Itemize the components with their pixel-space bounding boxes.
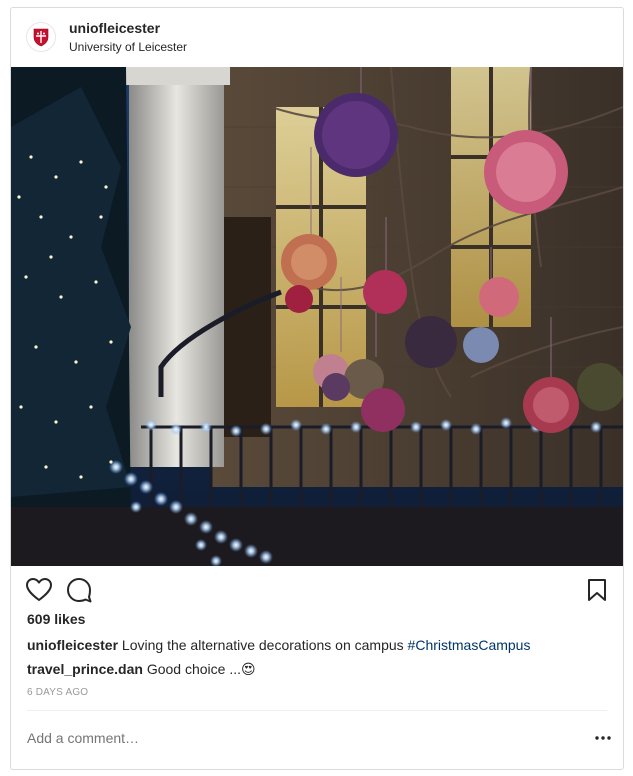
save-button[interactable]: [583, 576, 611, 604]
christmas-pompom-decorations-photo: [11, 67, 623, 566]
university-shield-logo: [33, 28, 49, 47]
post-location[interactable]: University of Leicester: [69, 40, 187, 54]
post-caption: uniofleicester Loving the alternative de…: [27, 637, 607, 653]
comment-button[interactable]: [65, 576, 93, 604]
comment-bubble-icon: [67, 578, 92, 603]
more-options-button[interactable]: [591, 726, 615, 750]
likes-count[interactable]: 609 likes: [27, 611, 85, 627]
bookmark-icon: [588, 579, 606, 601]
more-options-icon: [595, 736, 611, 740]
post-timestamp[interactable]: 6 DAYS AGO: [27, 687, 88, 698]
add-comment-input[interactable]: [27, 730, 547, 746]
post-card: uniofleicester University of Leicester 6…: [10, 7, 624, 770]
post-photo[interactable]: [11, 67, 623, 566]
caption-username[interactable]: uniofleicester: [27, 637, 118, 653]
comment-text: Good choice ...: [142, 661, 241, 677]
heart-icon: [26, 578, 52, 601]
comment-item: travel_prince.dan Good choice ...😍: [27, 661, 607, 678]
heart-eyes-emoji: 😍: [241, 662, 256, 678]
divider: [27, 710, 607, 711]
post-username[interactable]: uniofleicester: [69, 20, 160, 36]
post-header: uniofleicester University of Leicester: [11, 8, 623, 68]
caption-text: Loving the alternative decorations on ca…: [118, 637, 408, 653]
caption-hashtag[interactable]: #ChristmasCampus: [408, 637, 531, 653]
post-actions-bar: [11, 576, 623, 608]
like-button[interactable]: [25, 576, 53, 604]
avatar[interactable]: [26, 22, 56, 52]
comment-username[interactable]: travel_prince.dan: [27, 661, 143, 677]
